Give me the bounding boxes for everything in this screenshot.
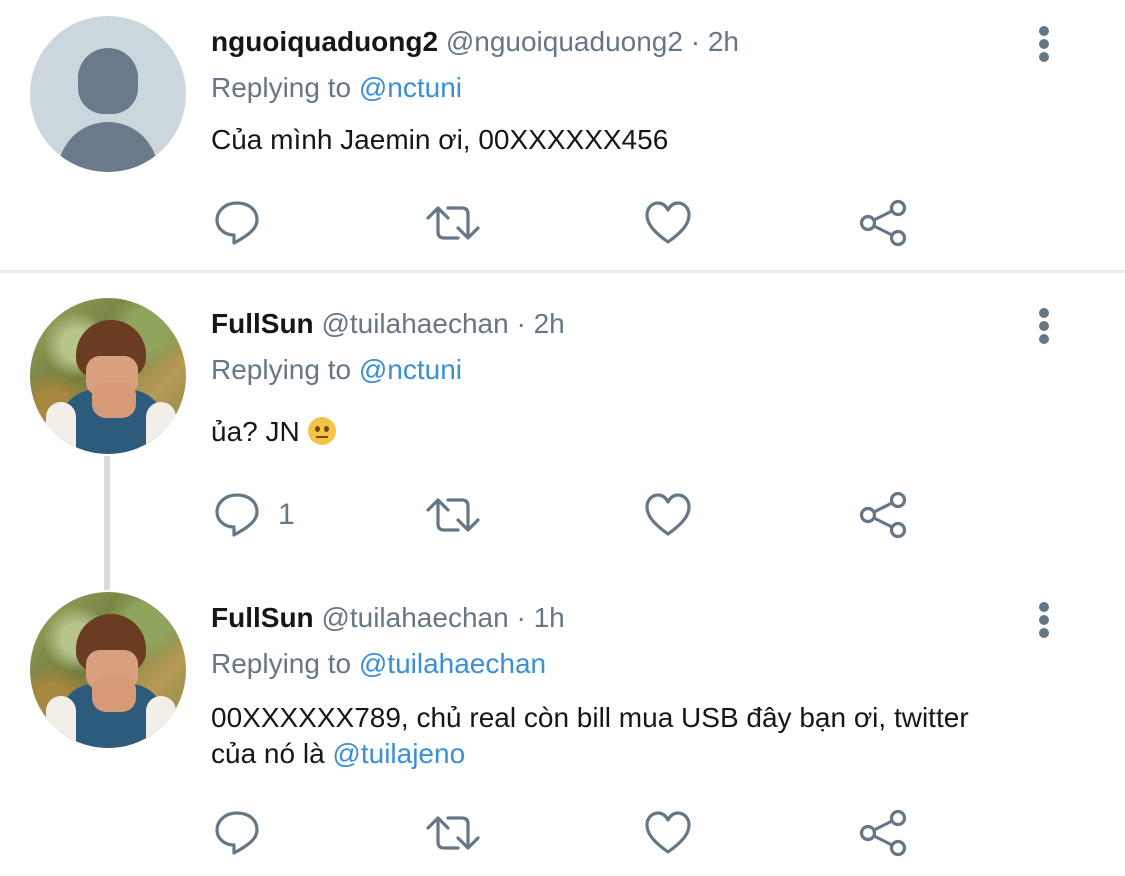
share-button[interactable]	[858, 490, 908, 540]
tweet-1[interactable]: nguoiquaduong2 @nguoiquaduong2 · 2h Repl…	[0, 0, 1125, 270]
more-options-button[interactable]	[1030, 600, 1058, 640]
tweet-text-line-1: 00XXXXXX789, chủ real còn bill mua USB đ…	[211, 702, 969, 733]
share-icon	[859, 491, 907, 539]
share-icon	[859, 809, 907, 857]
reply-count: 1	[278, 498, 295, 531]
heart-icon	[645, 811, 691, 854]
more-vertical-icon	[1039, 308, 1049, 318]
replying-to-mention[interactable]: @nctuni	[359, 354, 462, 385]
tweet-3[interactable]: FullSun @tuilahaechan · 1h Replying to @…	[0, 576, 1125, 876]
user-handle[interactable]: @nguoiquaduong2	[446, 26, 683, 57]
heart-icon	[645, 493, 691, 536]
retweet-button[interactable]	[426, 808, 480, 858]
reply-button[interactable]	[212, 198, 278, 248]
tweet-header: FullSun @tuilahaechan · 2h	[211, 304, 565, 344]
separator-dot: ·	[516, 308, 526, 339]
retweet-icon	[426, 206, 480, 240]
share-icon	[859, 199, 907, 247]
retweet-icon	[426, 816, 480, 850]
comment-bubble-icon	[215, 811, 259, 855]
more-options-button[interactable]	[1030, 306, 1058, 346]
tweet-divider	[0, 270, 1125, 273]
comment-bubble-icon	[215, 201, 259, 245]
replying-to: Replying to @tuilahaechan	[211, 644, 546, 684]
avatar-shoulders-shape	[58, 122, 158, 172]
replying-to-label: Replying to	[211, 354, 352, 385]
replying-to: Replying to @nctuni	[211, 68, 462, 108]
heart-icon	[645, 201, 691, 244]
reply-button[interactable]: 1	[212, 490, 295, 540]
timestamp[interactable]: 1h	[534, 602, 565, 633]
retweet-button[interactable]	[426, 198, 480, 248]
retweet-icon	[426, 498, 480, 532]
share-button[interactable]	[858, 808, 908, 858]
tweet-text-content: ủa? JN	[211, 416, 300, 447]
comment-bubble-icon	[215, 493, 259, 537]
replying-to-label: Replying to	[211, 72, 352, 103]
tweet-text: 00XXXXXX789, chủ real còn bill mua USB đ…	[211, 700, 1091, 772]
separator-dot: ·	[690, 26, 701, 57]
tweet-header: FullSun @tuilahaechan · 1h	[211, 598, 565, 638]
tweet-text: Của mình Jaemin ơi, 00XXXXXX456	[211, 124, 669, 155]
user-handle[interactable]: @tuilahaechan	[321, 308, 508, 339]
avatar-photo[interactable]	[30, 592, 186, 748]
display-name[interactable]: FullSun	[211, 308, 314, 339]
display-name[interactable]: FullSun	[211, 602, 314, 633]
timestamp[interactable]: 2h	[708, 26, 739, 57]
more-vertical-icon	[1039, 26, 1049, 36]
share-button[interactable]	[858, 198, 908, 248]
user-handle[interactable]: @tuilahaechan	[321, 602, 508, 633]
avatar-default[interactable]	[30, 16, 186, 172]
replying-to-mention[interactable]: @nctuni	[359, 72, 462, 103]
retweet-button[interactable]	[426, 490, 480, 540]
mention-link[interactable]: @tuilajeno	[332, 738, 465, 769]
avatar-head-shape	[78, 48, 138, 114]
like-button[interactable]	[644, 808, 692, 858]
raised-eyebrow-face-emoji	[307, 417, 336, 445]
tweet-header: nguoiquaduong2 @nguoiquaduong2 · 2h	[211, 22, 739, 62]
like-button[interactable]	[644, 198, 692, 248]
tweet-text: ủa? JN	[211, 414, 1091, 450]
reply-button[interactable]	[212, 808, 278, 858]
replying-to-mention[interactable]: @tuilahaechan	[359, 648, 546, 679]
replying-to-label: Replying to	[211, 648, 352, 679]
more-vertical-icon	[1039, 602, 1049, 612]
display-name[interactable]: nguoiquaduong2	[211, 26, 438, 57]
tweet-text-line-2: của nó là @tuilajeno	[211, 736, 1091, 772]
tweet-2[interactable]: FullSun @tuilahaechan · 2h Replying to @…	[0, 276, 1125, 576]
more-options-button[interactable]	[1030, 24, 1058, 64]
tweet-text-line-2-prefix: của nó là	[211, 738, 325, 769]
like-button[interactable]	[644, 490, 692, 540]
timestamp[interactable]: 2h	[534, 308, 565, 339]
thread-connector-line	[104, 456, 110, 590]
avatar-photo[interactable]	[30, 298, 186, 454]
replying-to: Replying to @nctuni	[211, 350, 462, 390]
separator-dot: ·	[516, 602, 526, 633]
